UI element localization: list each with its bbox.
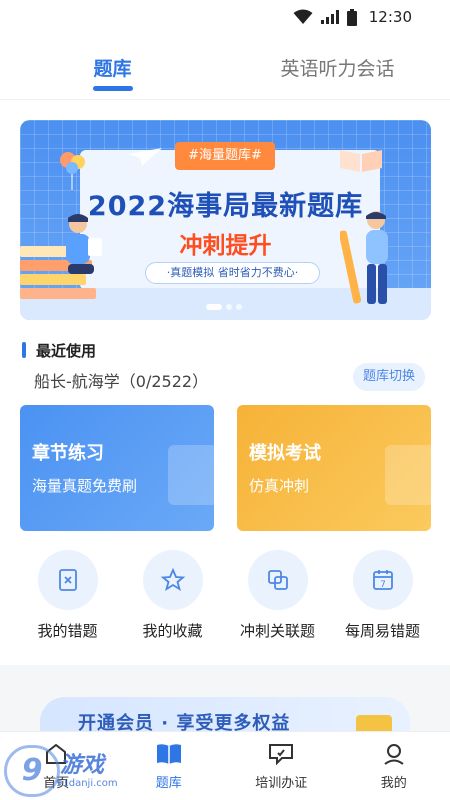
quick-linked-questions[interactable]: 冲刺关联题: [225, 550, 330, 645]
quick-favorites[interactable]: 我的收藏: [120, 550, 225, 645]
signal-icon: [320, 10, 339, 24]
exam-paper-icon: [385, 445, 431, 505]
quick-entries: 我的错题 我的收藏 冲刺关联题 7 每周易错题: [0, 550, 450, 645]
mock-exam-card[interactable]: 模拟考试 仿真冲刺: [237, 405, 431, 531]
book-icon: [155, 740, 183, 768]
wifi-icon: [293, 9, 313, 24]
recent-subject[interactable]: 船长-航海学（0/2522）: [34, 368, 208, 392]
quick-label: 我的收藏: [142, 622, 203, 640]
profile-icon: [380, 740, 408, 768]
banner-dot[interactable]: [236, 304, 242, 310]
chapter-practice-card[interactable]: 章节练习 海量真题免费刷: [20, 405, 214, 531]
quick-label: 冲刺关联题: [239, 622, 315, 640]
card-subtitle: 仿真冲刺: [249, 477, 310, 495]
banner-pill: ·真题模拟 省时省力不费心·: [145, 262, 320, 284]
watermark-text: 游戏: [60, 753, 105, 778]
watermark-logo: 9: [4, 745, 60, 797]
quick-wrong-questions[interactable]: 我的错题: [15, 550, 120, 645]
nav-label: 题库: [155, 776, 182, 791]
section-accent-bar: [22, 342, 26, 358]
quick-label: 每周易错题: [344, 622, 420, 640]
banner-tag: #海量题库#: [175, 142, 275, 170]
student-left-illustration: [66, 214, 102, 274]
linked-questions-icon: [247, 550, 308, 610]
promo-banner[interactable]: #海量题库# 2022海事局最新题库 冲刺提升 ·真题模拟 省时省力不费心·: [20, 120, 431, 320]
card-title: 章节练习: [32, 443, 104, 464]
svg-text:7: 7: [380, 580, 386, 590]
paper-plane-icon: [128, 148, 162, 166]
student-right-illustration: [340, 211, 388, 304]
nav-label: 我的: [380, 776, 407, 791]
certificate-icon: [267, 740, 295, 768]
book-icon: [168, 445, 214, 505]
wrong-questions-icon: [37, 550, 98, 610]
clock: 12:30: [368, 8, 412, 26]
tab-english-listening[interactable]: 英语听力会话: [225, 34, 450, 99]
status-bar: 12:30: [0, 0, 450, 34]
nav-training-certificate[interactable]: 培训办证: [225, 732, 338, 800]
site-watermark: 9 游戏 91danji.com: [0, 745, 140, 800]
top-tab-bar: 题库 英语听力会话: [0, 34, 450, 100]
nav-profile[interactable]: 我的: [338, 732, 450, 800]
tab-question-bank[interactable]: 题库: [0, 34, 225, 99]
banner-pagination: [206, 304, 242, 310]
card-title: 模拟考试: [249, 443, 321, 464]
recent-title: 最近使用: [36, 342, 97, 360]
star-icon: [142, 550, 203, 610]
battery-icon: [346, 8, 357, 26]
watermark-domain: 91danji.com: [56, 778, 118, 789]
quick-label: 我的错题: [37, 622, 98, 640]
recent-section: 最近使用 船长-航海学（0/2522） 题库切换: [20, 340, 430, 396]
card-subtitle: 海量真题免费刷: [32, 477, 138, 495]
banner-dot-active[interactable]: [206, 304, 222, 310]
quick-weekly-mistakes[interactable]: 7 每周易错题: [330, 550, 435, 645]
calendar-icon: 7: [352, 550, 413, 610]
banner-dot[interactable]: [226, 304, 232, 310]
nav-label: 培训办证: [255, 776, 308, 791]
open-book-icon: [340, 150, 382, 172]
switch-bank-button[interactable]: 题库切换: [352, 363, 425, 391]
